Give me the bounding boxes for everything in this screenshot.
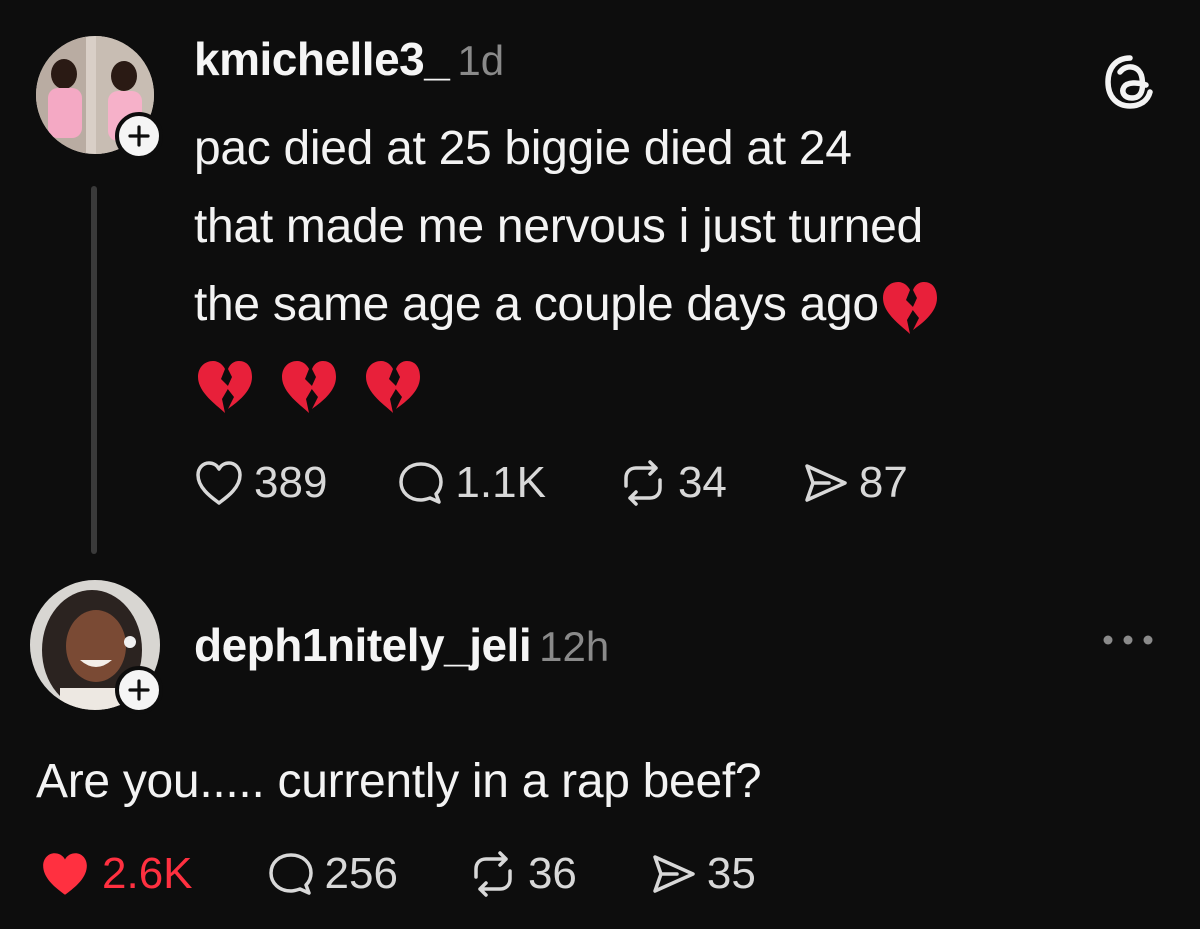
reply-username[interactable]: deph1nitely_jeli	[194, 618, 532, 672]
send-icon	[805, 464, 847, 502]
reply-repost-count: 36	[527, 849, 577, 898]
reply-repost-button[interactable]: 36	[466, 849, 577, 899]
broken-heart-icon	[282, 361, 336, 414]
post-body: pac died at 25 biggie died at 24 that ma…	[194, 110, 1154, 422]
reply-like-button[interactable]: 2.6K	[36, 848, 193, 900]
repost-icon	[474, 851, 512, 897]
post-line-3: the same age a couple days ago	[194, 266, 1154, 344]
reply-time: 12h	[539, 623, 610, 670]
post-line-3-text: the same age a couple days ago	[194, 278, 879, 331]
send-icon	[653, 855, 695, 893]
reply-header: deph1nitely_jeli 12h	[194, 618, 609, 672]
repost-count: 34	[677, 458, 727, 507]
comment-icon	[268, 853, 313, 895]
post-header: kmichelle3_ 1d	[194, 32, 504, 86]
plus-icon	[128, 125, 150, 147]
post-actions: 389 1.1K 34 87	[192, 458, 908, 508]
reply-like-count: 2.6K	[102, 849, 193, 898]
post-time: 1d	[457, 37, 505, 84]
repost-icon	[624, 460, 662, 506]
share-button[interactable]: 87	[799, 458, 908, 508]
post-line-2: that made me nervous i just turned	[194, 200, 923, 253]
heart-filled-icon	[43, 853, 87, 895]
follow-button-deph1nitely-jeli[interactable]	[115, 666, 163, 714]
reply-reply-button[interactable]: 256	[265, 849, 398, 899]
broken-heart-icon	[882, 282, 937, 335]
emoji-row	[194, 357, 424, 415]
like-button[interactable]: 389	[192, 458, 327, 508]
heart-icon	[196, 461, 242, 505]
reply-count: 1.1K	[455, 458, 546, 507]
more-options-icon[interactable]	[1100, 630, 1156, 655]
comment-icon	[399, 462, 444, 504]
thread-line	[91, 186, 97, 554]
share-count: 87	[858, 458, 908, 507]
follow-button-kmichelle3[interactable]	[115, 112, 163, 160]
reply-body: Are you..... currently in a rap beef?	[36, 755, 762, 808]
broken-heart-icon	[366, 361, 420, 414]
reply-actions: 2.6K 256 36 35	[36, 848, 756, 900]
threads-logo-icon[interactable]	[1100, 52, 1160, 117]
post-line-1: pac died at 25 biggie died at 24	[194, 122, 852, 175]
broken-heart-icon	[198, 361, 252, 414]
reply-button[interactable]: 1.1K	[395, 458, 546, 508]
reply-reply-count: 256	[324, 849, 398, 898]
like-count: 389	[254, 458, 328, 507]
repost-button[interactable]: 34	[616, 458, 727, 508]
plus-icon	[128, 679, 150, 701]
post-username[interactable]: kmichelle3_	[194, 32, 450, 86]
reply-share-count: 35	[706, 849, 756, 898]
reply-share-button[interactable]: 35	[647, 849, 756, 899]
